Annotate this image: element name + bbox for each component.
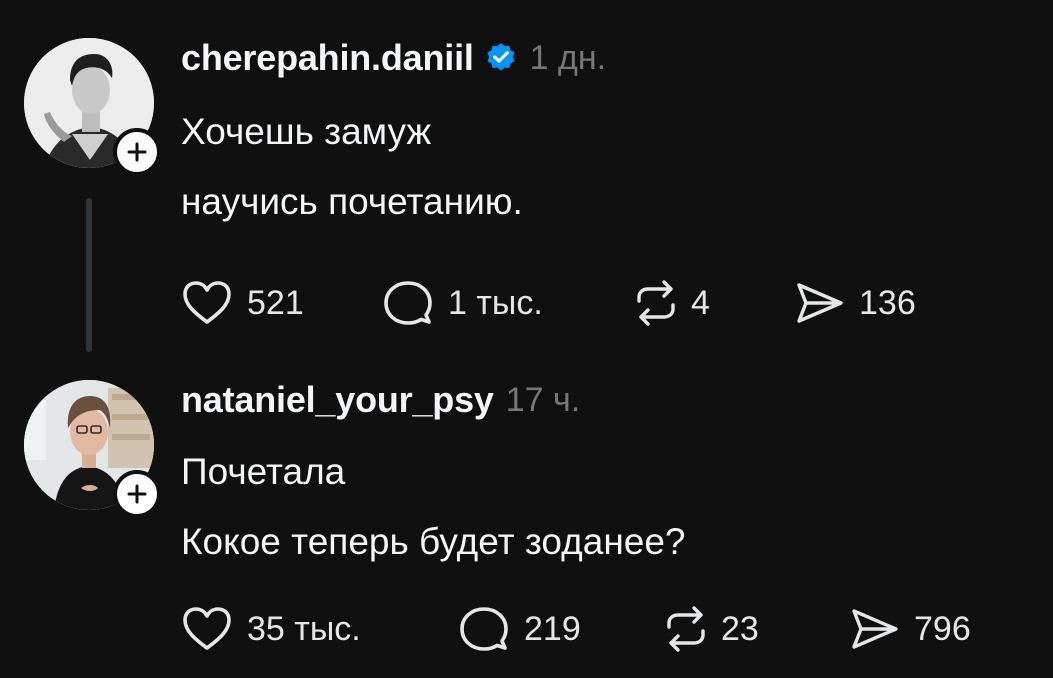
thread-line	[86, 198, 92, 352]
heart-icon	[183, 281, 231, 324]
send-arrow-icon	[852, 609, 898, 649]
verified-badge-icon	[487, 43, 515, 71]
post-header: nataniel_your_psy 17 ч.	[181, 376, 580, 424]
username[interactable]: nataniel_your_psy	[181, 379, 494, 421]
share-count: 136	[859, 283, 916, 322]
post-text-line: Почетала	[181, 451, 346, 492]
post-text-line: Кокое теперь будет зоданее?	[181, 521, 686, 562]
comment-bubble-icon	[460, 607, 508, 651]
comment-button[interactable]: 219	[458, 604, 581, 654]
comment-count: 219	[524, 609, 581, 648]
share-button[interactable]: 136	[793, 278, 916, 328]
thread-post: nataniel_your_psy 17 ч. Почетала Кокое т…	[0, 360, 1053, 678]
follow-button[interactable]	[113, 128, 161, 176]
plus-icon	[127, 142, 147, 162]
post-time: 1 дн.	[529, 38, 607, 77]
like-count: 35 тыс.	[247, 609, 361, 648]
repost-button[interactable]: 4	[633, 278, 710, 328]
like-button[interactable]: 35 тыс.	[181, 604, 361, 654]
share-count: 796	[914, 609, 971, 648]
like-button[interactable]: 521	[181, 278, 304, 328]
repost-count: 23	[721, 609, 759, 648]
repost-arrows-icon	[667, 606, 705, 652]
post-text-line: Хочешь замуж	[181, 111, 432, 152]
post-time: 17 ч.	[505, 380, 581, 419]
username[interactable]: cherepahin.daniil	[181, 37, 474, 79]
post-header: cherepahin.daniil 1 дн.	[181, 34, 606, 82]
post-text-line: научись почетанию.	[181, 181, 523, 222]
follow-button[interactable]	[113, 470, 161, 518]
comment-bubble-icon	[384, 281, 432, 325]
thread-post: cherepahin.daniil 1 дн. Хочешь замуж нау…	[0, 0, 1053, 360]
repost-count: 4	[691, 283, 710, 322]
comment-count: 1 тыс.	[448, 283, 543, 322]
send-arrow-icon	[797, 283, 843, 323]
repost-button[interactable]: 23	[663, 604, 759, 654]
comment-button[interactable]: 1 тыс.	[382, 278, 543, 328]
heart-icon	[183, 607, 231, 650]
plus-icon	[127, 484, 147, 504]
share-button[interactable]: 796	[848, 604, 971, 654]
repost-arrows-icon	[637, 280, 675, 326]
like-count: 521	[247, 283, 304, 322]
